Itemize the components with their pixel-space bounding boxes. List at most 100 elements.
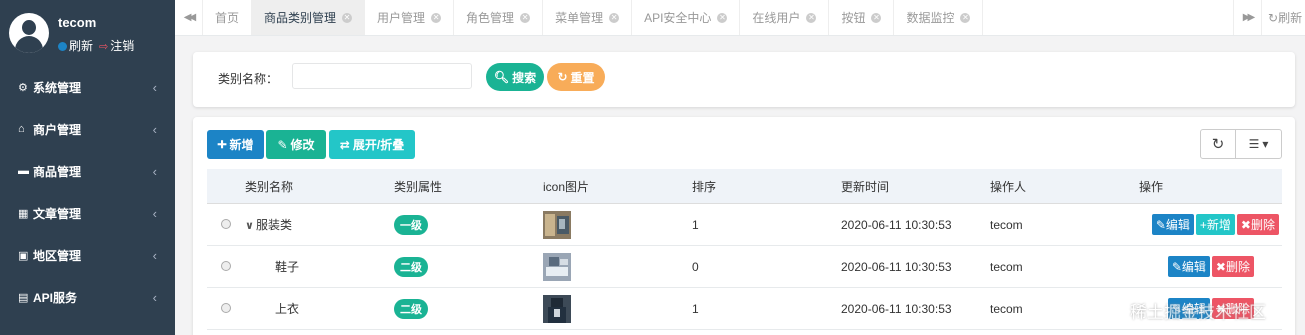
chevron-left-icon: ‹	[152, 121, 157, 137]
list-icon: ☰	[1248, 137, 1260, 151]
sidebar-item-api[interactable]: ▤ API服务 ‹	[0, 276, 175, 318]
sidebar-item-merchant[interactable]: ⌂ 商户管理 ‹	[0, 108, 175, 150]
plus-icon: ➕︎	[217, 137, 227, 151]
row-radio[interactable]	[221, 218, 231, 229]
tabs-scroll-left-button[interactable]: ◀◀	[175, 0, 203, 35]
double-right-icon: ▶▶	[1242, 12, 1256, 23]
tab-home[interactable]: 首页	[203, 0, 253, 35]
close-icon[interactable]: ✕	[871, 12, 882, 23]
close-icon[interactable]: ✕	[960, 12, 971, 23]
header-update-time: 更新时间	[841, 179, 890, 194]
header-actions: 操作	[1139, 179, 1164, 194]
category-name-input[interactable]	[292, 63, 472, 89]
caret-down-icon: ▾	[1262, 137, 1269, 151]
level-badge: 二级	[394, 298, 428, 319]
level-badge: 二级	[394, 256, 428, 277]
tab-role[interactable]: 角色管理 ✕	[454, 0, 544, 35]
category-thumbnail	[543, 252, 571, 281]
gear-icon: ⚙	[18, 81, 28, 94]
tab-menu[interactable]: 菜单管理 ✕	[543, 0, 633, 35]
chevron-left-icon: ‹	[152, 247, 157, 263]
sidebar-item-article[interactable]: ▦ 文章管理 ‹	[0, 192, 175, 234]
header-category-name: 类别名称	[245, 179, 294, 194]
category-table: 类别名称 类别属性 icon图片 排序 更新时间 操作人 操作 ∨ 服装类 一级 …	[207, 169, 1282, 330]
sign-out-icon: ⇨	[99, 41, 109, 53]
close-icon[interactable]: ✕	[806, 12, 817, 23]
edit-button[interactable]: ✎ 修改	[266, 130, 326, 159]
search-button[interactable]: 🔍︎ 搜索	[486, 63, 544, 91]
refresh-link[interactable]: 刷新	[58, 37, 93, 54]
close-icon[interactable]: ✕	[431, 12, 442, 23]
tab-user[interactable]: 用户管理 ✕	[365, 0, 455, 35]
username: tecom	[58, 15, 97, 30]
header-category-level: 类别属性	[394, 179, 443, 194]
row-edit-button[interactable]: ✎ 编辑	[1167, 256, 1210, 277]
logout-link[interactable]: ⇨ 注销	[99, 37, 134, 54]
close-icon[interactable]: ✕	[609, 12, 620, 23]
refresh-icon: ↻	[1211, 136, 1225, 153]
car-icon: ▣	[18, 249, 29, 262]
chevron-left-icon: ‹	[152, 205, 157, 221]
double-left-icon: ◀◀	[183, 12, 197, 23]
header-icon: icon图片	[543, 179, 590, 194]
close-icon[interactable]: ✕	[520, 12, 531, 23]
tabs-refresh-button[interactable]: ↻ 刷新	[1261, 0, 1305, 35]
tab-category[interactable]: 商品类别管理 ✕	[252, 0, 366, 35]
row-add-button[interactable]: + 新增	[1195, 214, 1235, 235]
user-panel: tecom 刷新 ⇨ 注销	[0, 0, 175, 66]
table-row[interactable]: 鞋子 二级 0 2020-06-11 10:30:53 tecom ✎ 编辑 ✖︎…	[207, 246, 1282, 288]
reset-button[interactable]: ↻ 重置	[547, 63, 605, 91]
edit-icon: ✎	[1155, 217, 1166, 232]
exchange-icon: ⇄	[339, 137, 350, 152]
expand-collapse-button[interactable]: ⇄ 展开/折叠	[329, 130, 415, 159]
sidebar: tecom 刷新 ⇨ 注销 ⚙ 系统管理 ‹ ⌂ 商户管理 ‹ ▬ 商品管理 ‹ ▦ 文章管理 ‹…	[0, 0, 175, 335]
level-badge: 一级	[394, 214, 428, 235]
plus-icon: +	[1199, 217, 1207, 232]
bank-icon: ⌂	[18, 123, 25, 135]
sidebar-item-system[interactable]: ⚙ 系统管理 ‹	[0, 66, 175, 108]
table-row[interactable]: ∨ 服装类 一级 1 2020-06-11 10:30:53 tecom ✎ 编辑 …	[207, 204, 1282, 246]
row-radio[interactable]	[221, 302, 231, 313]
cup-icon: ▬	[18, 165, 29, 177]
refresh-icon: ↻	[1268, 10, 1279, 25]
row-delete-button[interactable]: ✖︎ 删除	[1236, 214, 1279, 235]
category-name-label: 类别名称：	[218, 72, 279, 86]
chevron-down-icon[interactable]: ∨	[245, 220, 254, 232]
header-operator: 操作人	[990, 179, 1027, 194]
watermark: 稀土掘金技术社区	[1130, 303, 1266, 322]
table-refresh-button[interactable]: ↻	[1201, 130, 1236, 158]
sidebar-item-product[interactable]: ▬ 商品管理 ‹	[0, 150, 175, 192]
table-tools: ↻ ☰ ▾	[1200, 129, 1282, 159]
add-button[interactable]: ➕︎ 新增	[207, 130, 264, 159]
close-icon[interactable]: ✕	[717, 12, 728, 23]
avatar[interactable]	[9, 13, 49, 53]
tab-api-security[interactable]: API安全中心 ✕	[632, 0, 741, 35]
columns-dropdown-button[interactable]: ☰ ▾	[1236, 130, 1281, 158]
close-icon[interactable]: ✕	[342, 12, 353, 23]
server-icon: ▤	[18, 291, 29, 304]
chevron-left-icon: ‹	[152, 79, 157, 95]
tab-bar: ◀◀ 首页 商品类别管理 ✕ 用户管理 ✕ 角色管理 ✕ 菜单管理 ✕ API安全中心 ✕…	[175, 0, 1305, 36]
close-icon: ✖︎	[1215, 259, 1226, 274]
tab-online-users[interactable]: 在线用户 ✕	[740, 0, 830, 35]
header-sort: 排序	[692, 179, 717, 194]
table-header: 类别名称 类别属性 icon图片 排序 更新时间 操作人 操作	[207, 169, 1282, 204]
refresh-icon: ↻	[557, 70, 568, 84]
edit-icon: ✎	[277, 137, 288, 152]
row-radio[interactable]	[221, 260, 231, 271]
row-edit-button[interactable]: ✎ 编辑	[1151, 214, 1194, 235]
chevron-left-icon: ‹	[152, 289, 157, 305]
row-delete-button[interactable]: ✖︎ 删除	[1211, 256, 1254, 277]
table-row[interactable]: 上衣 二级 1 2020-06-11 10:30:53 tecom ✎ 编辑 ✖︎…	[207, 288, 1282, 330]
search-panel: 类别名称： 🔍︎ 搜索 ↻ 重置	[193, 52, 1295, 107]
sidebar-item-region[interactable]: ▣ 地区管理 ‹	[0, 234, 175, 276]
chevron-left-icon: ‹	[152, 163, 157, 179]
close-icon: ✖︎	[1240, 217, 1251, 232]
tab-data-monitor[interactable]: 数据监控 ✕	[894, 0, 984, 35]
edit-icon: ✎	[1171, 259, 1182, 274]
tabs-scroll-right-button[interactable]: ▶▶	[1233, 0, 1261, 35]
status-dot-icon	[58, 42, 67, 51]
search-icon: 🔍︎	[493, 70, 510, 84]
tab-button[interactable]: 按钮 ✕	[829, 0, 895, 35]
category-thumbnail	[543, 294, 571, 323]
